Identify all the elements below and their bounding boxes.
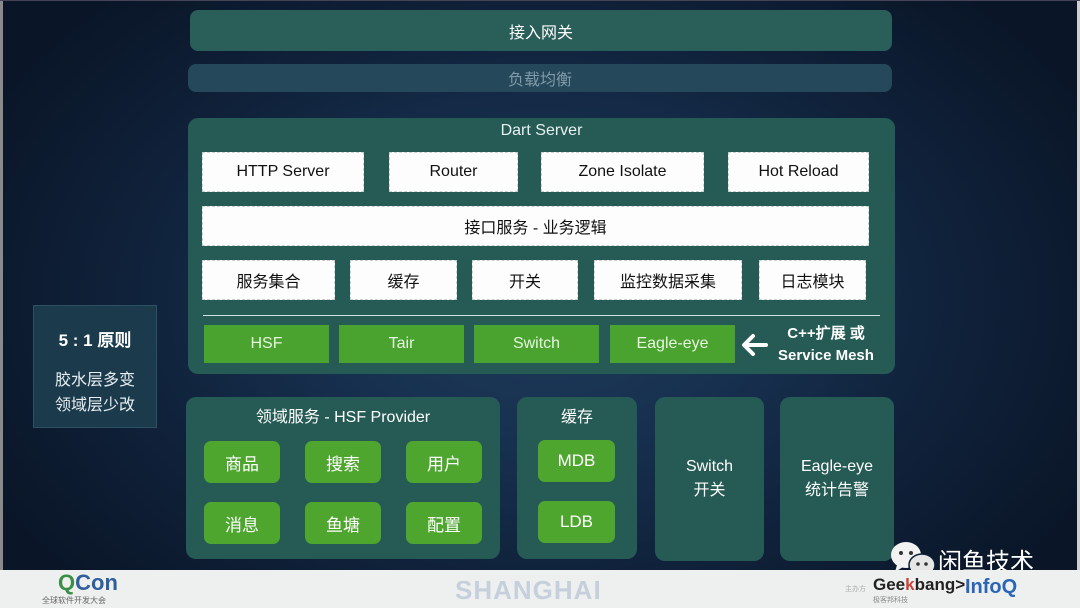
interface-service-box: 接口服务 - 业务逻辑: [202, 206, 869, 246]
qcon-q: Q: [58, 570, 76, 595]
extension-line-1: C++扩展 或: [787, 325, 865, 342]
eagle-eye-panel-line-1: Eagle-eye: [800, 458, 874, 475]
domain-tile: 消息: [204, 502, 280, 544]
router-box: Router: [389, 152, 518, 192]
ldb-tile: LDB: [538, 501, 615, 543]
access-gateway-label: 接入网关: [508, 24, 573, 42]
layer-divider: [203, 315, 880, 316]
switch-panel-line-1: Switch: [685, 458, 734, 475]
eagle-eye-panel-line-2: 统计告警: [804, 482, 869, 499]
cache-module-label: 缓存: [387, 274, 420, 291]
extension-line-2: Service Mesh: [778, 347, 874, 364]
slide-canvas: 接入网关 负载均衡 Dart Server HTTP Server Router…: [0, 0, 1080, 578]
dart-server-panel: Dart Server HTTP Server Router Zone Isol…: [188, 118, 895, 374]
hsf-adapter-label: HSF: [250, 335, 283, 352]
log-module-box: 日志模块: [759, 260, 866, 300]
load-balance-bar: 负载均衡: [188, 64, 892, 92]
eagle-eye-adapter-label: Eagle-eye: [636, 335, 709, 352]
eagle-eye-panel: Eagle-eye 统计告警: [780, 397, 894, 561]
extension-note: C++扩展 或 Service Mesh: [768, 323, 884, 367]
switch-adapter-box: Switch: [474, 325, 599, 363]
principle-line-1: 胶水层多变: [54, 372, 135, 389]
infoq-logo: InfoQ: [965, 576, 1018, 598]
domain-tile-label: 用户: [427, 454, 461, 474]
mdb-tile: MDB: [538, 440, 615, 482]
zone-isolate-box: Zone Isolate: [541, 152, 704, 192]
domain-tile: 商品: [204, 441, 280, 483]
switch-panel-line-2: 开关: [693, 482, 726, 499]
service-collection-box: 服务集合: [202, 260, 335, 300]
cache-module-box: 缓存: [350, 260, 457, 300]
http-server-box: HTTP Server: [202, 152, 364, 192]
interface-service-label: 接口服务 - 业务逻辑: [464, 220, 607, 237]
tair-adapter-box: Tair: [339, 325, 464, 363]
principle-box: 5 : 1 原则 胶水层多变 领域层少改: [33, 305, 157, 428]
domain-tile-label: 鱼塘: [326, 515, 360, 535]
qcon-subtitle: 全球软件开发大会: [42, 596, 106, 605]
hsf-adapter-box: HSF: [204, 325, 329, 363]
slide-left-edge: [0, 1, 3, 571]
load-balance-label: 负载均衡: [507, 72, 572, 89]
footer-bar: QCon 全球软件开发大会 SHANGHAI 主办方 Geekbang>. 极客…: [0, 570, 1080, 608]
switch-panel: Switch 开关: [655, 397, 764, 561]
domain-tile: 用户: [406, 441, 482, 483]
tair-adapter-label: Tair: [388, 335, 415, 352]
domain-tile: 搜索: [305, 441, 381, 483]
geekbang-part-a: Gee: [873, 575, 906, 594]
city-label: SHANGHAI: [455, 575, 602, 605]
switch-adapter-label: Switch: [512, 335, 561, 352]
zone-isolate-label: Zone Isolate: [578, 163, 667, 180]
domain-services-panel: 领域服务 - HSF Provider 商品 搜索 用户 消息 鱼塘 配置: [186, 397, 500, 559]
host-label: 主办方: [845, 586, 866, 593]
monitoring-label: 监控数据采集: [619, 274, 716, 291]
qcon-con: Con: [75, 570, 118, 595]
domain-tile-label: 搜索: [326, 454, 360, 474]
geekbang-subtitle: 极客邦科技: [873, 597, 908, 604]
qcon-logo: QCon: [58, 572, 118, 597]
http-server-label: HTTP Server: [236, 163, 330, 180]
geekbang-part-k: k: [905, 575, 915, 594]
log-module-label: 日志模块: [780, 274, 845, 291]
geekbang-logo: Geekbang>.: [873, 575, 970, 595]
monitoring-box: 监控数据采集: [594, 260, 742, 300]
eagle-eye-adapter-box: Eagle-eye: [610, 325, 735, 363]
router-label: Router: [429, 163, 478, 180]
domain-tile-label: 配置: [427, 515, 461, 535]
principle-title: 5 : 1 原则: [58, 331, 132, 350]
domain-tile: 鱼塘: [305, 502, 381, 544]
cache-panel: 缓存 MDB LDB: [517, 397, 637, 559]
dart-server-title: Dart Server: [500, 122, 583, 139]
principle-line-2: 领域层少改: [54, 397, 135, 414]
ldb-label: LDB: [559, 512, 594, 531]
switch-module-box: 开关: [472, 260, 578, 300]
access-gateway-bar: 接入网关: [190, 10, 892, 51]
arrow-left-icon: [739, 330, 769, 360]
geekbang-part-b: bang>.: [914, 575, 970, 594]
domain-tile-label: 消息: [225, 515, 259, 535]
hot-reload-box: Hot Reload: [728, 152, 869, 192]
service-collection-label: 服务集合: [236, 274, 301, 291]
domain-tile-label: 商品: [225, 454, 259, 474]
switch-module-label: 开关: [508, 274, 541, 291]
hot-reload-label: Hot Reload: [758, 163, 839, 180]
mdb-label: MDB: [557, 451, 596, 470]
domain-tile: 配置: [406, 502, 482, 544]
domain-services-title: 领域服务 - HSF Provider: [255, 409, 431, 426]
cache-title: 缓存: [560, 409, 593, 426]
